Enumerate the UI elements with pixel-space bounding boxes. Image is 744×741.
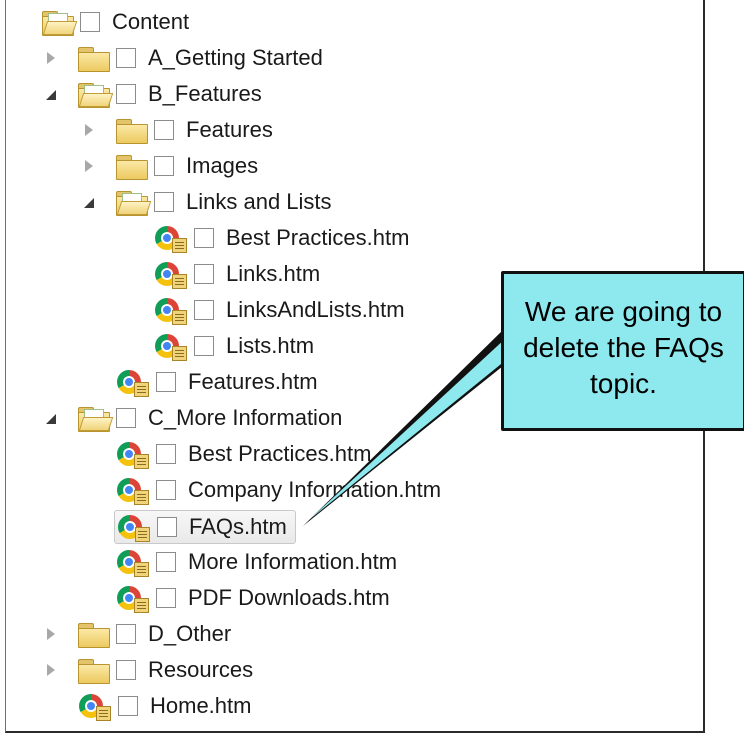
collapsed-arrow-icon[interactable]	[80, 156, 100, 176]
tree-item-features-folder[interactable]: Features	[80, 114, 273, 146]
tree-item-label: Resources	[148, 657, 254, 682]
tree-item-label: Features.htm	[188, 369, 318, 394]
tree-item-label: Images	[186, 153, 259, 178]
chrome-topic-icon	[154, 332, 190, 361]
tree-item-label: B_Features	[148, 81, 262, 106]
tree-item-label: Features	[186, 117, 273, 142]
checkbox[interactable]	[156, 480, 176, 500]
collapsed-arrow-icon[interactable]	[42, 660, 62, 680]
checkbox[interactable]	[80, 12, 100, 32]
folder-icon	[76, 44, 112, 72]
checkbox[interactable]	[157, 517, 177, 537]
tree-item-linksandlists-htm[interactable]: LinksAndLists.htm	[154, 294, 405, 326]
checkbox[interactable]	[154, 120, 174, 140]
tree-item-pdf-downloads-htm[interactable]: PDF Downloads.htm	[116, 582, 390, 614]
tree-item-label: PDF Downloads.htm	[188, 585, 390, 610]
checkbox[interactable]	[194, 336, 214, 356]
tree-item-label: Best Practices.htm	[188, 441, 372, 466]
checkbox[interactable]	[116, 48, 136, 68]
chrome-topic-icon	[154, 296, 190, 325]
checkbox[interactable]	[194, 300, 214, 320]
folder-icon	[114, 152, 150, 180]
folder-icon	[114, 116, 150, 144]
tree-item-b-features[interactable]: B_Features	[42, 78, 262, 110]
collapsed-arrow-icon[interactable]	[42, 48, 62, 68]
tree-item-c-more-information[interactable]: C_More Information	[42, 402, 342, 434]
checkbox[interactable]	[156, 444, 176, 464]
tree-item-features-htm[interactable]: Features.htm	[116, 366, 318, 398]
tree-item-label: Home.htm	[150, 693, 252, 718]
folder-icon	[76, 620, 112, 648]
checkbox[interactable]	[156, 588, 176, 608]
tree-item-faqs-htm[interactable]: FAQs.htm	[114, 510, 296, 544]
tree-item-home-htm[interactable]: Home.htm	[78, 690, 251, 722]
checkbox[interactable]	[194, 228, 214, 248]
tree-item-label: A_Getting Started	[148, 45, 323, 70]
expanded-arrow-icon[interactable]	[42, 408, 62, 428]
checkbox[interactable]	[156, 552, 176, 572]
tree-item-label: Links.htm	[226, 261, 321, 286]
chrome-topic-icon	[154, 224, 190, 253]
tree-item-more-information-htm[interactable]: More Information.htm	[116, 546, 397, 578]
tree-item-label: Company Information.htm	[188, 477, 442, 502]
checkbox[interactable]	[154, 192, 174, 212]
tree-item-best-practices-htm[interactable]: Best Practices.htm	[154, 222, 409, 254]
expanded-arrow-icon[interactable]	[80, 192, 100, 212]
tree-item-label: D_Other	[148, 621, 232, 646]
tree-item-label: Links and Lists	[186, 189, 332, 214]
checkbox[interactable]	[194, 264, 214, 284]
open-folder-icon	[114, 188, 152, 216]
chrome-topic-icon	[116, 368, 152, 397]
tree-item-label: LinksAndLists.htm	[226, 297, 405, 322]
tree-item-resources[interactable]: Resources	[42, 654, 253, 686]
collapsed-arrow-icon[interactable]	[42, 624, 62, 644]
tree-item-a-getting-started[interactable]: A_Getting Started	[42, 42, 323, 74]
chrome-topic-icon	[78, 692, 114, 721]
tree-item-label: Best Practices.htm	[226, 225, 410, 250]
chrome-topic-icon	[117, 513, 153, 542]
tree-item-company-information-htm[interactable]: Company Information.htm	[116, 474, 441, 506]
open-folder-icon	[40, 8, 78, 36]
checkbox[interactable]	[116, 624, 136, 644]
tree-item-links-htm[interactable]: Links.htm	[154, 258, 320, 290]
chrome-topic-icon	[116, 476, 152, 505]
chrome-topic-icon	[116, 584, 152, 613]
expanded-arrow-icon[interactable]	[42, 84, 62, 104]
open-folder-icon	[76, 80, 114, 108]
checkbox[interactable]	[116, 660, 136, 680]
folder-icon	[76, 656, 112, 684]
tree-item-content[interactable]: Content	[40, 6, 189, 38]
callout-line-3: topic.	[590, 368, 657, 399]
tree-item-lists-htm[interactable]: Lists.htm	[154, 330, 314, 362]
callout-line-1: We are going to	[524, 296, 723, 327]
tree-item-label: More Information.htm	[188, 549, 398, 574]
checkbox[interactable]	[118, 696, 138, 716]
checkbox[interactable]	[154, 156, 174, 176]
callout-line-2: delete the FAQs	[523, 332, 724, 363]
tree-item-links-and-lists-folder[interactable]: Links and Lists	[80, 186, 332, 218]
checkbox[interactable]	[116, 408, 136, 428]
checkbox[interactable]	[156, 372, 176, 392]
checkbox[interactable]	[116, 84, 136, 104]
tree-item-best-practices-htm-2[interactable]: Best Practices.htm	[116, 438, 371, 470]
chrome-topic-icon	[116, 548, 152, 577]
tree-item-d-other[interactable]: D_Other	[42, 618, 231, 650]
tree-item-label: Content	[112, 9, 190, 34]
tree-item-label: FAQs.htm	[189, 514, 287, 539]
collapsed-arrow-icon[interactable]	[80, 120, 100, 140]
chrome-topic-icon	[116, 440, 152, 469]
chrome-topic-icon	[154, 260, 190, 289]
open-folder-icon	[76, 404, 114, 432]
annotation-callout: We are going to delete the FAQs topic.	[501, 271, 744, 431]
tree-item-images-folder[interactable]: Images	[80, 150, 258, 182]
tree-item-label: Lists.htm	[226, 333, 315, 358]
tree-item-label: C_More Information	[148, 405, 343, 430]
